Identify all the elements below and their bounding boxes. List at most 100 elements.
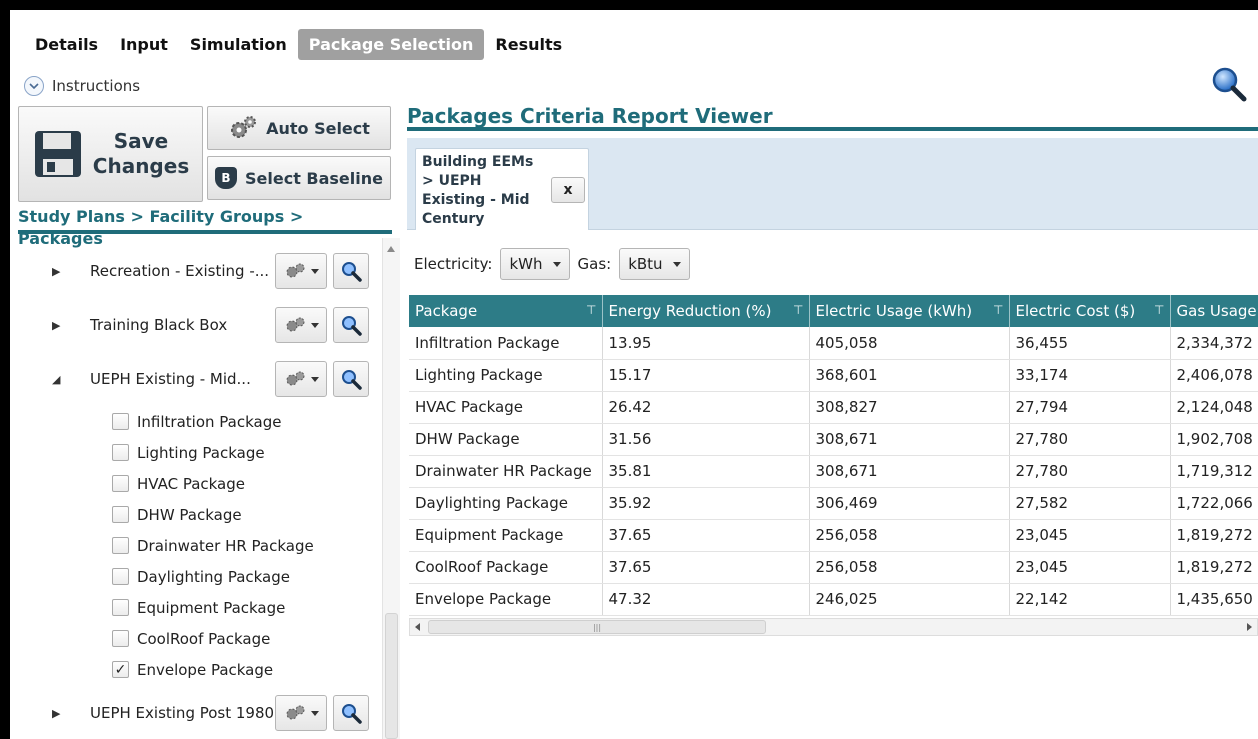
expand-arrow-icon[interactable]: ▶ (18, 319, 82, 332)
table-cell: 1,435,650 (1170, 583, 1258, 616)
table-cell: 306,469 (809, 487, 1010, 520)
package-item[interactable]: CoolRoof Package (112, 623, 270, 654)
gears-icon (286, 263, 304, 278)
units-bar: Electricity: kWh Gas: kBtu (414, 248, 690, 280)
scroll-left-arrow-icon[interactable] (415, 623, 420, 631)
group-options-dropdown[interactable] (275, 307, 327, 343)
group-options-dropdown[interactable] (275, 695, 327, 731)
baseline-badge-icon: B (215, 167, 237, 189)
group-search-button[interactable] (333, 253, 369, 289)
tree-group-name: Training Black Box (90, 316, 228, 334)
table-row[interactable]: HVAC Package 26.42 308,827 27,794 2,124,048 (409, 391, 1258, 424)
expand-arrow-icon[interactable]: ▶ (18, 265, 82, 278)
grid-horizontal-scrollbar[interactable]: ||| (409, 618, 1258, 636)
save-changes-button[interactable]: Save Changes (18, 106, 203, 202)
expand-arrow-icon[interactable]: ▶ (18, 707, 82, 720)
tab-input[interactable]: Input (109, 29, 179, 60)
gas-unit-dropdown[interactable]: kBtu (619, 248, 690, 280)
column-header[interactable]: Energy Reduction (%) ⊤ (602, 295, 810, 327)
table-row[interactable]: Lighting Package 15.17 368,601 33,174 2,406,… (409, 359, 1258, 392)
package-item[interactable]: Lighting Package (112, 437, 265, 468)
table-row[interactable]: Drainwater HR Package 35.81 308,671 27,780 1… (409, 455, 1258, 488)
collapse-arrow-icon[interactable]: ◢ (18, 373, 82, 386)
tab-results[interactable]: Results (484, 29, 573, 60)
package-item[interactable]: Infiltration Package (112, 406, 281, 437)
table-cell: 2,406,078 (1170, 359, 1258, 392)
package-item[interactable]: HVAC Package (112, 468, 245, 499)
table-row[interactable]: Envelope Package 47.32 246,025 22,142 1,435,… (409, 583, 1258, 616)
auto-select-button[interactable]: Auto Select (207, 106, 391, 150)
table-cell: 31.56 (602, 423, 810, 456)
tree-group-row[interactable]: ▶ UEPH Existing Post 1980 (18, 690, 373, 736)
column-header[interactable]: Electric Cost ($) ⊤ (1009, 295, 1171, 327)
column-header[interactable]: Gas Usage (1170, 295, 1258, 327)
close-tab-button[interactable]: x (551, 177, 585, 203)
tab-details[interactable]: Details (24, 29, 109, 60)
tree-group-name: Recreation - Existing -... (90, 262, 270, 280)
table-cell: 1,819,272 (1170, 519, 1258, 552)
package-label: Drainwater HR Package (137, 536, 314, 555)
package-checkbox[interactable] (112, 568, 129, 585)
group-search-button[interactable] (333, 695, 369, 731)
filter-icon[interactable]: ⊤ (793, 303, 803, 317)
package-item[interactable]: ✓ Envelope Package (112, 654, 273, 685)
search-icon (342, 262, 362, 282)
package-checkbox[interactable] (112, 444, 129, 461)
package-item[interactable]: Daylighting Package (112, 561, 290, 592)
package-item[interactable]: Equipment Package (112, 592, 285, 623)
table-cell: 35.92 (602, 487, 810, 520)
package-item[interactable]: Drainwater HR Package (112, 530, 314, 561)
scroll-up-arrow-icon[interactable] (387, 246, 395, 252)
package-item[interactable]: DHW Package (112, 499, 242, 530)
table-row[interactable]: Infiltration Package 13.95 405,058 36,455 2,… (409, 327, 1258, 360)
search-icon[interactable] (1210, 65, 1248, 103)
table-row[interactable]: Daylighting Package 35.92 306,469 27,582 1,7… (409, 487, 1258, 520)
package-checkbox[interactable] (112, 506, 129, 523)
table-cell: 27,780 (1009, 423, 1171, 456)
tree-group-row[interactable]: ▶ Recreation - Existing -... (18, 248, 373, 294)
group-search-button[interactable] (333, 307, 369, 343)
electricity-unit-dropdown[interactable]: kWh (500, 248, 570, 280)
tab-package-selection[interactable]: Package Selection (297, 28, 485, 60)
group-options-dropdown[interactable] (275, 361, 327, 397)
tree-group-row[interactable]: ◢ UEPH Existing - Mid... (18, 356, 373, 402)
table-cell: 23,045 (1009, 519, 1171, 552)
table-row[interactable]: DHW Package 31.56 308,671 27,780 1,902,708 (409, 423, 1258, 456)
package-checkbox[interactable] (112, 475, 129, 492)
app-frame: Details Input Simulation Package Selecti… (10, 10, 1258, 739)
group-search-button[interactable] (333, 361, 369, 397)
package-checkbox[interactable]: ✓ (112, 661, 129, 678)
viewer-title: Packages Criteria Report Viewer (407, 105, 1258, 131)
column-header[interactable]: Package ⊤ (409, 295, 603, 327)
table-cell: Drainwater HR Package (409, 455, 603, 488)
chevron-down-icon (552, 261, 561, 267)
select-baseline-button[interactable]: B Select Baseline (207, 156, 391, 200)
table-cell: 15.17 (602, 359, 810, 392)
scroll-right-arrow-icon[interactable] (1247, 623, 1252, 631)
table-row[interactable]: CoolRoof Package 37.65 256,058 23,045 1,819,… (409, 551, 1258, 584)
package-checkbox[interactable] (112, 413, 129, 430)
scrollbar-thumb[interactable] (385, 613, 398, 739)
column-header[interactable]: Electric Usage (kWh) ⊤ (809, 295, 1010, 327)
filter-icon[interactable]: ⊤ (586, 303, 596, 317)
package-label: CoolRoof Package (137, 629, 271, 648)
table-cell: 1,722,066 (1170, 487, 1258, 520)
instructions-toggle[interactable]: Instructions (24, 76, 140, 96)
tree-group-row[interactable]: ▶ Training Black Box (18, 302, 373, 348)
tab-simulation[interactable]: Simulation (179, 29, 298, 60)
tree-scrollbar[interactable] (382, 238, 400, 739)
scrollbar-thumb[interactable]: ||| (428, 620, 766, 634)
package-checkbox[interactable] (112, 537, 129, 554)
table-row[interactable]: Equipment Package 37.65 256,058 23,045 1,819… (409, 519, 1258, 552)
filter-icon[interactable]: ⊤ (993, 303, 1003, 317)
package-checkbox[interactable] (112, 630, 129, 647)
table-cell: 308,671 (809, 423, 1010, 456)
gas-unit-value: kBtu (628, 255, 663, 273)
gears-icon (286, 371, 304, 386)
package-checkbox[interactable] (112, 599, 129, 616)
filter-icon[interactable]: ⊤ (1154, 303, 1164, 317)
search-icon (342, 370, 362, 390)
table-cell: 37.65 (602, 519, 810, 552)
report-tab[interactable]: Building EEMs > UEPH Existing - Mid Cent… (415, 148, 589, 230)
group-options-dropdown[interactable] (275, 253, 327, 289)
